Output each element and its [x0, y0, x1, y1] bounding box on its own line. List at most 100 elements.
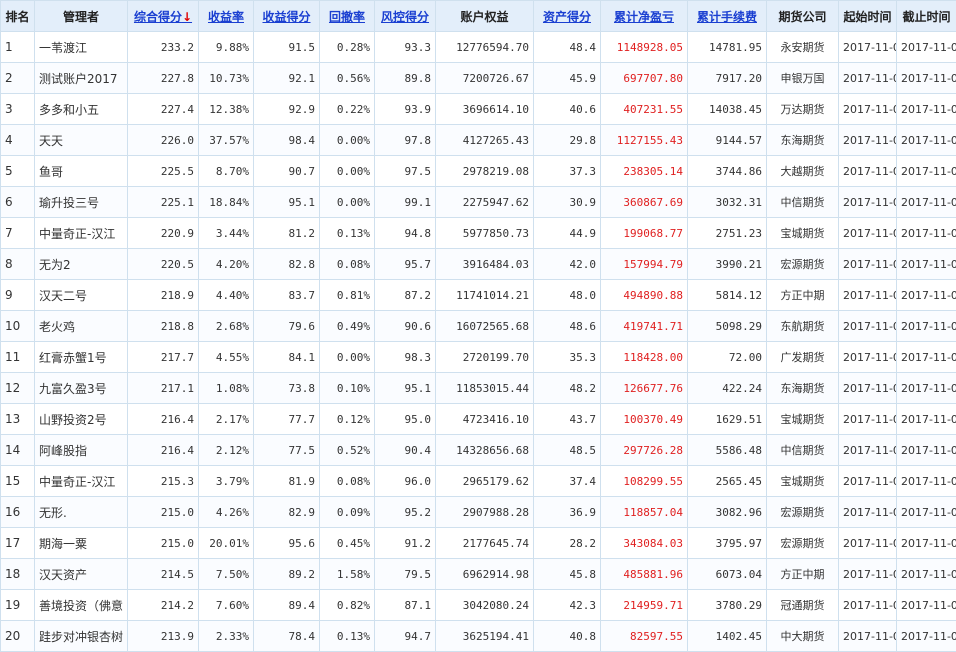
cell-drawdown-rate: 0.28%: [320, 32, 375, 63]
column-header-return-rate[interactable]: 收益率: [199, 1, 254, 32]
cell-return-score: 73.8: [254, 373, 320, 404]
column-header-net-profit[interactable]: 累计净盈亏: [601, 1, 688, 32]
cell-drawdown-rate: 0.10%: [320, 373, 375, 404]
column-header-label: 风控得分: [381, 10, 429, 24]
cell-return-score: 92.1: [254, 63, 320, 94]
cell-fees: 3082.96: [688, 497, 767, 528]
cell-risk-score: 97.5: [375, 156, 436, 187]
cell-manager[interactable]: 阿峰股指: [35, 435, 128, 466]
cell-manager[interactable]: 天天: [35, 125, 128, 156]
cell-return-score: 77.5: [254, 435, 320, 466]
column-header-label: 收益率: [208, 10, 244, 24]
cell-fees: 6073.04: [688, 559, 767, 590]
cell-start-time: 2017-11-01: [839, 559, 897, 590]
column-header-risk-score[interactable]: 风控得分: [375, 1, 436, 32]
cell-return-rate: 7.50%: [199, 559, 254, 590]
cell-account-equity: 2275947.62: [436, 187, 534, 218]
cell-asset-score: 42.3: [534, 590, 601, 621]
cell-fees: 9144.57: [688, 125, 767, 156]
ranking-table: 排名管理者综合得分↓收益率收益得分回撤率风控得分账户权益资产得分累计净盈亏累计手…: [0, 0, 956, 652]
table-row: 9汉天二号218.94.40%83.70.81%87.211741014.214…: [1, 280, 956, 311]
column-header-broker: 期货公司: [767, 1, 839, 32]
cell-manager[interactable]: 无为2: [35, 249, 128, 280]
cell-composite-score: 217.1: [128, 373, 199, 404]
cell-start-time: 2017-11-01: [839, 218, 897, 249]
cell-asset-score: 48.5: [534, 435, 601, 466]
cell-rank: 14: [1, 435, 35, 466]
cell-broker: 中大期货: [767, 621, 839, 652]
cell-start-time: 2017-11-01: [839, 94, 897, 125]
cell-start-time: 2017-11-01: [839, 311, 897, 342]
cell-end-time: 2017-11-09: [897, 311, 956, 342]
column-header-label: 资产得分: [543, 10, 591, 24]
table-row: 18汉天资产214.57.50%89.21.58%79.56962914.984…: [1, 559, 956, 590]
cell-end-time: 2017-11-09: [897, 125, 956, 156]
column-header-asset-score[interactable]: 资产得分: [534, 1, 601, 32]
cell-fees: 7917.20: [688, 63, 767, 94]
column-header-composite-score[interactable]: 综合得分↓: [128, 1, 199, 32]
cell-manager[interactable]: 鱼哥: [35, 156, 128, 187]
cell-manager[interactable]: 九富久盈3号: [35, 373, 128, 404]
cell-manager[interactable]: 中量奇正-汉江: [35, 466, 128, 497]
cell-account-equity: 7200726.67: [436, 63, 534, 94]
cell-account-equity: 3916484.03: [436, 249, 534, 280]
cell-asset-score: 48.4: [534, 32, 601, 63]
cell-account-equity: 11741014.21: [436, 280, 534, 311]
cell-manager[interactable]: 汉天二号: [35, 280, 128, 311]
cell-drawdown-rate: 1.58%: [320, 559, 375, 590]
cell-start-time: 2017-11-01: [839, 621, 897, 652]
cell-manager[interactable]: 瑜升投三号: [35, 187, 128, 218]
cell-asset-score: 37.3: [534, 156, 601, 187]
cell-fees: 422.24: [688, 373, 767, 404]
cell-manager[interactable]: 期海一粟: [35, 528, 128, 559]
table-row: 13山野投资2号216.42.17%77.70.12%95.04723416.1…: [1, 404, 956, 435]
cell-manager[interactable]: 一苇渡江: [35, 32, 128, 63]
cell-fees: 14781.95: [688, 32, 767, 63]
cell-manager[interactable]: 多多和小五: [35, 94, 128, 125]
cell-manager[interactable]: 山野投资2号: [35, 404, 128, 435]
cell-end-time: 2017-11-09: [897, 249, 956, 280]
cell-return-rate: 2.33%: [199, 621, 254, 652]
cell-risk-score: 95.0: [375, 404, 436, 435]
cell-end-time: 2017-11-09: [897, 497, 956, 528]
cell-return-score: 95.6: [254, 528, 320, 559]
cell-asset-score: 30.9: [534, 187, 601, 218]
cell-net-profit: 82597.55: [601, 621, 688, 652]
cell-end-time: 2017-11-09: [897, 590, 956, 621]
cell-broker: 大越期货: [767, 156, 839, 187]
cell-return-rate: 2.68%: [199, 311, 254, 342]
cell-manager[interactable]: 无形.: [35, 497, 128, 528]
cell-manager[interactable]: 汉天资产: [35, 559, 128, 590]
cell-manager[interactable]: 跬步对冲银杏树: [35, 621, 128, 652]
cell-risk-score: 97.8: [375, 125, 436, 156]
cell-risk-score: 90.6: [375, 311, 436, 342]
cell-start-time: 2017-11-01: [839, 528, 897, 559]
cell-account-equity: 2720199.70: [436, 342, 534, 373]
cell-risk-score: 91.2: [375, 528, 436, 559]
cell-drawdown-rate: 0.81%: [320, 280, 375, 311]
cell-return-score: 91.5: [254, 32, 320, 63]
cell-manager[interactable]: 老火鸡: [35, 311, 128, 342]
column-header-return-score[interactable]: 收益得分: [254, 1, 320, 32]
cell-manager[interactable]: 中量奇正-汉江: [35, 218, 128, 249]
column-header-drawdown-rate[interactable]: 回撤率: [320, 1, 375, 32]
cell-composite-score: 218.8: [128, 311, 199, 342]
cell-return-rate: 2.12%: [199, 435, 254, 466]
cell-asset-score: 42.0: [534, 249, 601, 280]
cell-rank: 12: [1, 373, 35, 404]
cell-start-time: 2017-11-01: [839, 435, 897, 466]
cell-fees: 5586.48: [688, 435, 767, 466]
cell-return-rate: 12.38%: [199, 94, 254, 125]
cell-manager[interactable]: 善境投资（佛意: [35, 590, 128, 621]
column-header-fees[interactable]: 累计手续费: [688, 1, 767, 32]
cell-drawdown-rate: 0.22%: [320, 94, 375, 125]
cell-account-equity: 3625194.41: [436, 621, 534, 652]
cell-net-profit: 100370.49: [601, 404, 688, 435]
cell-end-time: 2017-11-09: [897, 32, 956, 63]
cell-manager[interactable]: 红膏赤蟹1号: [35, 342, 128, 373]
cell-net-profit: 108299.55: [601, 466, 688, 497]
cell-composite-score: 214.5: [128, 559, 199, 590]
cell-rank: 3: [1, 94, 35, 125]
cell-return-score: 90.7: [254, 156, 320, 187]
cell-manager[interactable]: 测试账户2017: [35, 63, 128, 94]
